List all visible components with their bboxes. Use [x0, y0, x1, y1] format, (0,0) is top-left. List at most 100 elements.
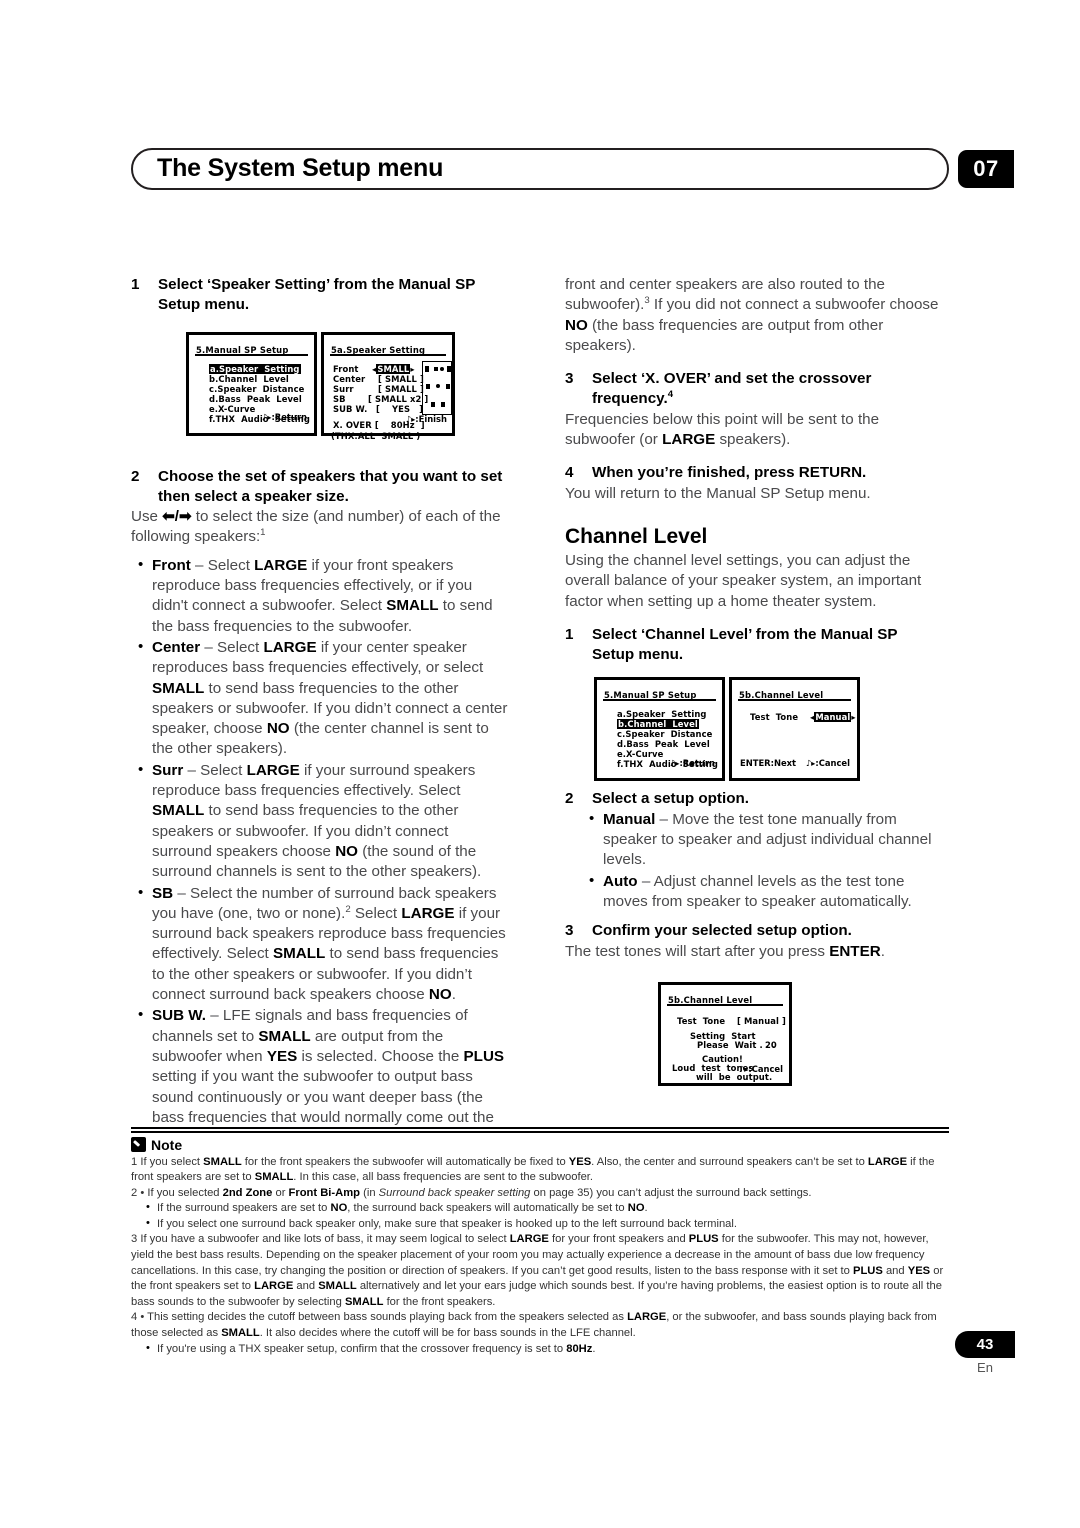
emphasis-term: LARGE — [509, 1233, 549, 1246]
footnote-ref: 2 — [345, 903, 351, 915]
page-number-badge: 43 — [955, 1331, 1015, 1358]
bullet-term: Manual — [603, 810, 656, 828]
note-item: 2 • If you selected 2nd Zone or Front Bi… — [131, 1186, 812, 1199]
speaker-icon-front-left — [425, 365, 429, 372]
bullet-term: Center — [152, 638, 201, 656]
subwoofer-continuation-paragraph: front and center speakers are also route… — [565, 276, 939, 354]
bullet-term: Auto — [603, 872, 638, 890]
setup-option-bullet: Auto – Adjust channel levels as the test… — [565, 871, 943, 913]
subwoofer-marker — [436, 383, 440, 388]
speaker-icon-surround-left — [426, 383, 430, 389]
emphasis-term: SMALL — [152, 679, 205, 697]
step-3-text: Select ‘X. OVER’ and set the crossover f… — [592, 370, 872, 408]
emphasis-term: SMALL — [221, 1327, 260, 1340]
emphasis-term: LARGE — [263, 638, 317, 656]
emphasis-term: NO — [335, 842, 358, 860]
emphasis-term: SMALL — [386, 597, 439, 615]
note-item: 3 If you have a subwoofer and like lots … — [131, 1233, 944, 1308]
emphasis-term: NO — [266, 720, 290, 738]
speaker-size-bullet: Center – Select LARGE if your center spe… — [131, 637, 509, 760]
step-1-text: Select ‘Speaker Setting’ from the Manual… — [158, 276, 476, 314]
emphasis-term: YES — [907, 1264, 931, 1277]
speaker-size-bullet: Surr – Select LARGE if your surround spe… — [131, 760, 509, 883]
step-1-number: 1 — [131, 276, 140, 293]
osd-wait-counter: 20 — [765, 1039, 777, 1050]
emphasis-term: LARGE — [401, 904, 455, 922]
step-2-text: Choose the set of speakers that you want… — [158, 467, 503, 505]
emphasis-term: SMALL — [203, 1155, 242, 1168]
note-block: Note 1 If you select SMALL for the front… — [131, 1127, 949, 1357]
emphasis-term: NO — [428, 986, 452, 1004]
note-title: Note — [151, 1136, 183, 1153]
emphasis-term: YES — [266, 1047, 298, 1065]
osd-title: 5.Manual SP Setup — [196, 344, 289, 355]
note-number: 2 — [131, 1186, 138, 1199]
emphasis-term: LARGE — [867, 1155, 908, 1168]
emphasis-term: LARGE — [662, 431, 716, 449]
speaker-size-bullet: SUB W. – LFE signals and bass frequencie… — [131, 1005, 509, 1128]
osd-row-channel-level-wait: 5b.Channel Level Test Tone [ Manual ] Se… — [565, 976, 943, 1096]
emphasis-term: LARGE — [627, 1311, 667, 1324]
emphasis-term: SMALL — [344, 1295, 384, 1308]
chapter-number-tab: 07 — [958, 150, 1014, 188]
left-column: 1 Select ‘Speaker Setting’ from the Manua… — [131, 275, 509, 1129]
cl-step-3-number: 3 — [565, 922, 574, 940]
cl-step-2-heading: 2 Select a setup option. — [565, 789, 943, 809]
osd-footer-return: ♪▸:Return — [669, 758, 715, 769]
osd-divider — [330, 353, 446, 356]
osd-row-channel-level: 5.Manual SP Setup a.Speaker Setting b.Ch… — [565, 673, 943, 789]
note-rule-lower — [131, 1131, 949, 1133]
emphasis-term: LARGE — [254, 556, 308, 574]
emphasis-term: 80Hz — [566, 1342, 593, 1355]
cl-step-3-heading: 3 Confirm your selected setup option. — [565, 921, 943, 941]
speaker-icon-surround-back-left — [431, 401, 435, 407]
emphasis-term: Front Bi-Amp — [288, 1186, 360, 1199]
emphasis-term: PLUS — [463, 1047, 505, 1065]
note-sub-item: If the surround speakers are set to NO, … — [131, 1200, 949, 1217]
italic-term: Surround back speaker setting — [378, 1186, 531, 1199]
speaker-size-bullet-list: Front – Select LARGE if your front speak… — [131, 555, 509, 1128]
note-item: 4 • This setting decides the cutoff betw… — [131, 1311, 937, 1340]
step-4-number: 4 — [565, 464, 574, 482]
note-sub-item: If you're using a THX speaker setup, con… — [131, 1341, 949, 1358]
setup-option-bullet-list: Manual – Move the test tone manually fro… — [565, 809, 943, 913]
osd-title: 5b.Channel Level — [668, 994, 753, 1005]
cl-step-2-number: 2 — [565, 790, 574, 808]
speaker-icon-surround-back-right — [441, 401, 445, 407]
emphasis-term: LARGE — [254, 1280, 294, 1293]
cl-step-1-heading: 1 Select ‘Channel Level’ from the Manual … — [565, 625, 943, 666]
osd-title: 5b.Channel Level — [739, 690, 824, 701]
footnote-ref: 3 — [644, 295, 650, 307]
footnote-ref-1: 1 — [260, 527, 266, 539]
step-1-heading: 1 Select ‘Speaker Setting’ from the Manua… — [131, 275, 509, 316]
osd-channel-level-wait: 5b.Channel Level Test Tone [ Manual ] Se… — [658, 981, 792, 1086]
emphasis-term: SMALL — [258, 1027, 311, 1045]
step-4-body: You will return to the Manual SP Setup m… — [565, 484, 871, 502]
osd-divider — [195, 353, 308, 356]
emphasis-term: NO — [565, 316, 588, 334]
note-number: 4 — [131, 1311, 138, 1324]
note-item: 1 If you select SMALL for the front spea… — [131, 1155, 935, 1184]
osd-title: 5a.Speaker Setting — [331, 344, 426, 355]
cl-step-2-text: Select a setup option. — [592, 790, 749, 808]
emphasis-term: PLUS — [853, 1264, 883, 1277]
speaker-size-bullet: SB – Select the number of surround back … — [131, 883, 509, 1006]
setup-option-bullet: Manual – Move the test tone manually fro… — [565, 809, 943, 871]
step-3-heading: 3 Select ‘X. OVER’ and set the crossover … — [565, 369, 943, 410]
emphasis-term: NO — [330, 1202, 348, 1215]
page-language-code: En — [977, 1360, 993, 1375]
step-3-number: 3 — [565, 370, 574, 388]
listener-marker — [440, 366, 444, 371]
step-2-body-c: following speakers: — [131, 528, 261, 546]
emphasis-term: 2nd Zone — [222, 1186, 273, 1199]
osd-footer-enter-next: ENTER:Next — [740, 758, 797, 769]
channel-level-intro: Using the channel level settings, you ca… — [565, 551, 922, 610]
step-2-body: Use ⬅/➡ to select the size (and number) … — [131, 507, 509, 548]
step-3-body: Frequencies below this point will be sen… — [565, 410, 880, 449]
